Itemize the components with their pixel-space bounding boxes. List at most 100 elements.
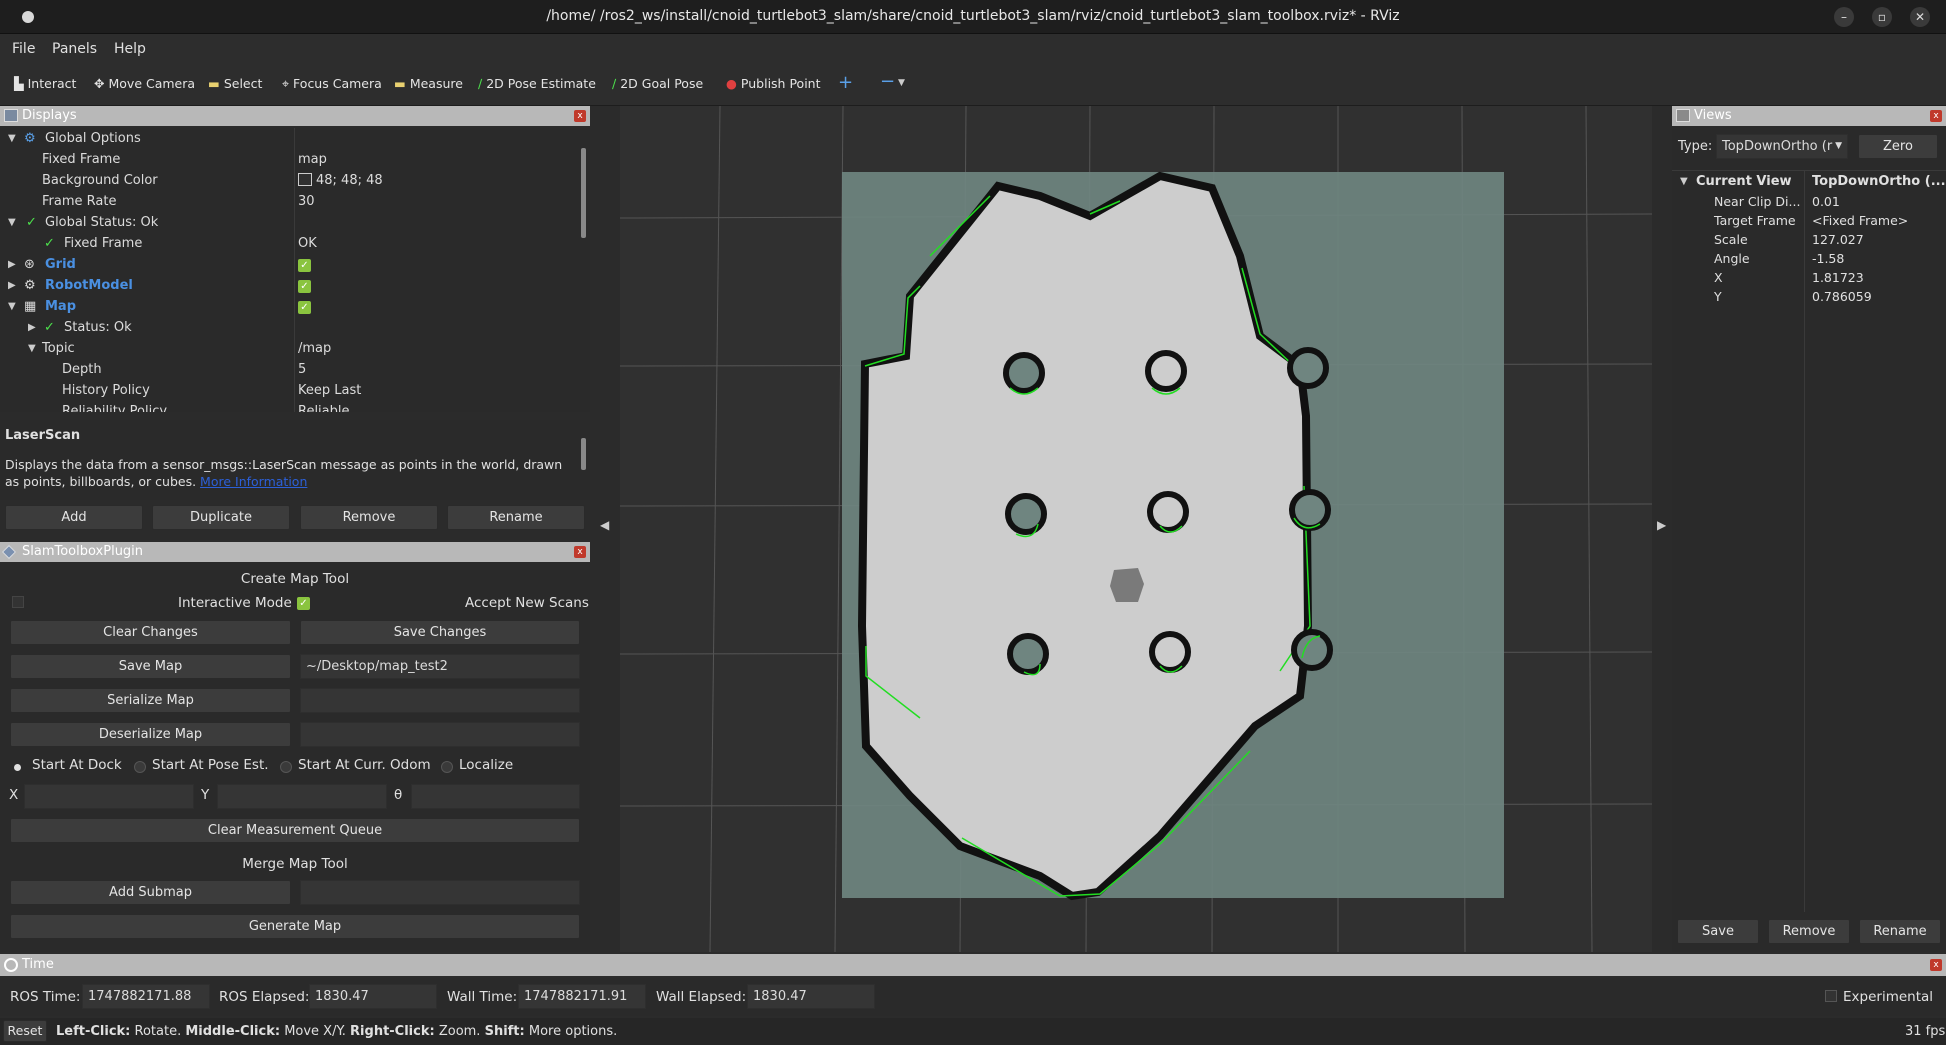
expand-arrow-icon[interactable]: ▼ xyxy=(28,338,36,359)
ros-time-field[interactable]: 1747882171.88 xyxy=(82,984,210,1009)
reset-button[interactable]: Reset xyxy=(3,1020,47,1042)
generate-map-button[interactable]: Generate Map xyxy=(10,914,580,939)
expand-arrow-icon[interactable]: ▼ xyxy=(8,128,16,149)
tree-row[interactable]: Frame Rate 30 xyxy=(0,191,580,212)
focus-camera-tool[interactable]: ⌖ Focus Camera xyxy=(282,76,382,92)
chevron-down-icon[interactable]: ▼ xyxy=(898,78,905,88)
serialize-map-input[interactable] xyxy=(300,688,580,713)
tree-row-grid[interactable]: ▶ ⊛ Grid ✓ xyxy=(0,254,580,275)
close-icon[interactable]: x xyxy=(1930,110,1942,122)
wall-time-field[interactable]: 1747882171.91 xyxy=(518,984,646,1009)
tree-row[interactable]: Background Color 48; 48; 48 xyxy=(0,170,580,191)
description-title: LaserScan xyxy=(5,428,81,443)
publish-point-tool[interactable]: ● Publish Point xyxy=(726,76,821,91)
view-type-label: Type: xyxy=(1678,139,1713,154)
serialize-map-button[interactable]: Serialize Map xyxy=(10,688,291,713)
add-tool-button[interactable]: + xyxy=(838,72,853,93)
save-view-button[interactable]: Save xyxy=(1677,919,1759,944)
tree-row[interactable]: Depth 5 xyxy=(0,359,580,380)
ok-check-icon: ✓ xyxy=(44,236,55,251)
maximize-icon[interactable]: ▫ xyxy=(1872,7,1892,27)
move-camera-tool[interactable]: ✥ Move Camera xyxy=(94,76,195,91)
close-icon[interactable]: x xyxy=(574,110,586,122)
save-changes-button[interactable]: Save Changes xyxy=(300,620,580,645)
clear-measurement-queue-button[interactable]: Clear Measurement Queue xyxy=(10,818,580,843)
accept-scans-checkbox-left[interactable] xyxy=(12,596,24,608)
measure-tool[interactable]: ▬ Measure xyxy=(394,76,463,91)
tree-row[interactable]: Reliability Policy Reliable xyxy=(0,401,580,412)
tree-row-map[interactable]: ▼ ▦ Map ✓ xyxy=(0,296,580,317)
deserialize-map-input[interactable] xyxy=(300,722,580,747)
expand-arrow-icon[interactable]: ▶ xyxy=(28,317,36,338)
theta-label: θ xyxy=(394,787,403,803)
view-prop-value[interactable]: 0.786059 xyxy=(1812,289,1872,304)
view-prop-value[interactable]: -1.58 xyxy=(1812,251,1844,266)
zero-button[interactable]: Zero xyxy=(1858,134,1938,159)
start-at-odom-radio[interactable] xyxy=(280,761,292,773)
submap-input[interactable] xyxy=(300,880,580,905)
goal-pose-tool[interactable]: ∕ 2D Goal Pose xyxy=(612,76,703,91)
tree-row[interactable]: ✓ Fixed Frame OK xyxy=(0,233,580,254)
experimental-checkbox[interactable] xyxy=(1825,990,1837,1002)
tree-row[interactable]: ▶ ✓ Status: Ok xyxy=(0,317,580,338)
tree-row[interactable]: ▼ ✓ Global Status: Ok xyxy=(0,212,580,233)
view-type-select[interactable]: TopDownOrtho (r ▼ xyxy=(1716,134,1848,159)
expand-arrow-icon[interactable]: ▼ xyxy=(8,212,16,233)
more-information-link[interactable]: More Information xyxy=(200,474,307,489)
remove-view-button[interactable]: Remove xyxy=(1768,919,1850,944)
duplicate-display-button[interactable]: Duplicate xyxy=(152,505,290,530)
expand-arrow-icon[interactable]: ▶ xyxy=(8,275,16,296)
localize-radio[interactable] xyxy=(441,761,453,773)
menu-help[interactable]: Help xyxy=(114,41,146,57)
tree-row[interactable]: Fixed Frame map xyxy=(0,149,580,170)
close-icon[interactable]: x xyxy=(1930,959,1942,971)
add-submap-button[interactable]: Add Submap xyxy=(10,880,291,905)
add-display-button[interactable]: Add xyxy=(5,505,143,530)
start-at-dock-radio[interactable] xyxy=(14,764,21,771)
expand-arrow-icon[interactable]: ▼ xyxy=(1680,176,1688,187)
view-prop-value[interactable]: <Fixed Frame> xyxy=(1812,213,1908,228)
remove-display-button[interactable]: Remove xyxy=(300,505,438,530)
enabled-checkbox[interactable]: ✓ xyxy=(298,301,311,314)
render-viewport[interactable] xyxy=(619,105,1653,953)
enabled-checkbox[interactable]: ✓ xyxy=(298,259,311,272)
save-map-button[interactable]: Save Map xyxy=(10,654,291,679)
description-scrollbar[interactable] xyxy=(581,438,586,470)
displays-scrollbar[interactable] xyxy=(581,148,586,238)
collapse-right-arrow-icon[interactable]: ▶ xyxy=(1657,518,1666,532)
color-swatch[interactable] xyxy=(298,173,312,186)
wall-elapsed-field[interactable]: 1830.47 xyxy=(747,984,875,1009)
pose-estimate-tool[interactable]: ∕ 2D Pose Estimate xyxy=(478,76,596,91)
menu-panels[interactable]: Panels xyxy=(52,41,97,57)
start-at-pose-radio[interactable] xyxy=(134,761,146,773)
view-prop-value[interactable]: 127.027 xyxy=(1812,232,1864,247)
theta-input[interactable] xyxy=(411,784,580,809)
tree-row-robotmodel[interactable]: ▶ ⚙ RobotModel ✓ xyxy=(0,275,580,296)
time-header: Time x xyxy=(0,954,1946,976)
tree-row[interactable]: ▼ Topic /map xyxy=(0,338,580,359)
view-prop-value[interactable]: 1.81723 xyxy=(1812,270,1864,285)
close-icon[interactable]: ✕ xyxy=(1910,7,1930,27)
minimize-icon[interactable]: – xyxy=(1834,7,1854,27)
rename-view-button[interactable]: Rename xyxy=(1859,919,1941,944)
rename-display-button[interactable]: Rename xyxy=(447,505,585,530)
expand-arrow-icon[interactable]: ▼ xyxy=(8,296,16,317)
expand-arrow-icon[interactable]: ▶ xyxy=(8,254,16,275)
tree-row[interactable]: ▼ ⚙ Global Options xyxy=(0,128,580,149)
select-tool[interactable]: ▬ Select xyxy=(208,76,262,91)
interact-tool[interactable]: ▙ Interact xyxy=(14,76,76,91)
enabled-checkbox[interactable]: ✓ xyxy=(298,280,311,293)
clear-changes-button[interactable]: Clear Changes xyxy=(10,620,291,645)
deserialize-map-button[interactable]: Deserialize Map xyxy=(10,722,291,747)
y-input[interactable] xyxy=(217,784,387,809)
view-prop-value[interactable]: 0.01 xyxy=(1812,194,1840,209)
tree-row[interactable]: History Policy Keep Last xyxy=(0,380,580,401)
ros-elapsed-field[interactable]: 1830.47 xyxy=(309,984,437,1009)
x-input[interactable] xyxy=(24,784,194,809)
collapse-left-arrow-icon[interactable]: ◀ xyxy=(600,518,609,532)
interactive-mode-checkbox[interactable]: ✓ xyxy=(297,597,310,610)
menu-file[interactable]: File xyxy=(12,41,35,57)
remove-tool-button[interactable]: − xyxy=(880,71,895,92)
close-icon[interactable]: x xyxy=(574,546,586,558)
save-map-path-input[interactable]: ~/Desktop/map_test2 xyxy=(300,654,580,679)
